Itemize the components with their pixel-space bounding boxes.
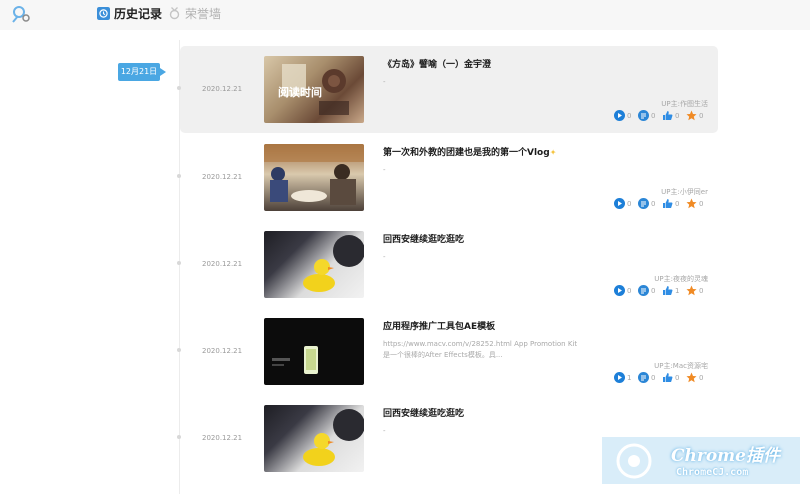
item-title[interactable]: 《方岛》譬喻（一）金宇澄	[383, 57, 491, 70]
app-logo-icon	[12, 6, 30, 23]
thumbnail-art	[303, 235, 364, 292]
item-title-text: 第一次和外教的团建也是我的第一个Vlog	[383, 148, 550, 158]
item-date: 2020.12.21	[202, 85, 243, 93]
item-desc: https://www.macv.com/v/28252.html App Pr…	[383, 340, 578, 359]
tab-history-label: 历史记录	[114, 7, 163, 21]
play-count: 0	[627, 111, 632, 120]
play-icon	[614, 372, 625, 383]
danmaku-icon	[638, 285, 649, 296]
chrome-logo-icon	[616, 443, 652, 479]
top-bar: 历史记录 荣誉墙	[0, 0, 810, 30]
watermark-text: Chrome插件	[671, 446, 780, 466]
timeline-dot	[177, 174, 181, 178]
danmaku-count: 0	[651, 286, 656, 295]
date-badge: 12月21日	[118, 63, 166, 81]
video-thumbnail[interactable]	[264, 231, 364, 298]
history-item[interactable]: 2020.12.21 回西安继续逛吃逛吃 - UP主:夜夜的灵魂 0 0 1 0	[177, 221, 718, 308]
item-date: 2020.12.21	[202, 434, 243, 442]
timeline-dot	[177, 435, 181, 439]
timeline-dot	[177, 348, 181, 352]
play-count: 1	[627, 373, 632, 382]
danmaku-count: 0	[651, 373, 656, 382]
coin-star-icon	[686, 285, 697, 296]
item-date: 2020.12.21	[202, 260, 243, 268]
coin-count: 0	[699, 373, 704, 382]
play-icon	[614, 198, 625, 209]
item-desc: -	[383, 78, 386, 86]
watermark-url: ChromeCJ.com	[676, 467, 749, 478]
history-item[interactable]: 2020.12.21 阅读时间 《方岛》譬喻（一）金宇澄 - UP主:作图生活 …	[177, 46, 718, 133]
like-count: 0	[675, 373, 680, 382]
item-stats: 1 0 0 0	[614, 372, 708, 383]
item-date: 2020.12.21	[202, 347, 243, 355]
video-thumbnail[interactable]	[264, 144, 364, 211]
item-title[interactable]: 回西安继续逛吃逛吃	[383, 406, 464, 419]
like-icon	[663, 199, 673, 208]
play-count: 0	[627, 286, 632, 295]
item-desc: -	[383, 166, 386, 174]
coin-count: 0	[699, 111, 704, 120]
timeline-dot	[177, 86, 181, 90]
item-title[interactable]: 应用程序推广工具包AE模板	[383, 319, 495, 332]
watermark-overlay: Chrome插件 ChromeCJ.com	[602, 437, 800, 484]
medal-icon	[169, 7, 180, 20]
danmaku-icon	[638, 372, 649, 383]
sparkle-icon: ✦	[549, 148, 557, 157]
timeline-dot	[177, 261, 181, 265]
history-icon	[97, 7, 110, 20]
item-stats: 0 0 0 0	[614, 198, 708, 209]
play-icon	[614, 110, 625, 121]
coin-count: 0	[699, 199, 704, 208]
coin-count: 0	[699, 286, 704, 295]
item-stats: 0 0 1 0	[614, 285, 708, 296]
thumbnail-art	[272, 346, 318, 374]
item-uploader[interactable]: UP主:Mac资源宅	[654, 361, 708, 371]
item-uploader[interactable]: UP主:夜夜的灵魂	[654, 274, 708, 284]
history-item[interactable]: 2020.12.21 应用程序推广工具包AE模板 https://www.mac…	[177, 308, 718, 395]
item-stats: 0 0 0 0	[614, 110, 708, 121]
item-title[interactable]: 回西安继续逛吃逛吃	[383, 232, 464, 245]
coin-star-icon	[686, 110, 697, 121]
coin-star-icon	[686, 198, 697, 209]
video-thumbnail[interactable]	[264, 405, 364, 472]
video-thumbnail[interactable]: 阅读时间	[264, 56, 364, 123]
danmaku-count: 0	[651, 111, 656, 120]
history-item[interactable]: 2020.12.21 第一次和外教的团建也是我的第一个Vlog✦ - UP主:小…	[177, 134, 718, 221]
tab-honor[interactable]: 荣誉墙	[168, 5, 221, 22]
item-title[interactable]: 第一次和外教的团建也是我的第一个Vlog✦	[383, 145, 556, 158]
coin-star-icon	[686, 372, 697, 383]
like-icon	[663, 286, 673, 295]
danmaku-count: 0	[651, 199, 656, 208]
thumbnail-art	[303, 409, 364, 466]
danmaku-icon	[638, 198, 649, 209]
danmaku-icon	[638, 110, 649, 121]
like-icon	[663, 111, 673, 120]
item-desc: -	[383, 427, 386, 435]
thumbnail-art	[264, 144, 364, 205]
play-count: 0	[627, 199, 632, 208]
like-count: 0	[675, 111, 680, 120]
tab-history[interactable]: 历史记录	[97, 5, 162, 22]
item-uploader[interactable]: UP主:小伊同er	[661, 187, 708, 197]
tab-honor-label: 荣誉墙	[185, 7, 222, 21]
like-count: 0	[675, 199, 680, 208]
video-thumbnail[interactable]	[264, 318, 364, 385]
like-icon	[663, 373, 673, 382]
thumbnail-caption: 阅读时间	[278, 86, 322, 99]
item-uploader[interactable]: UP主:作图生活	[661, 99, 708, 109]
item-desc: -	[383, 253, 386, 261]
play-icon	[614, 285, 625, 296]
like-count: 1	[675, 286, 680, 295]
item-date: 2020.12.21	[202, 173, 243, 181]
